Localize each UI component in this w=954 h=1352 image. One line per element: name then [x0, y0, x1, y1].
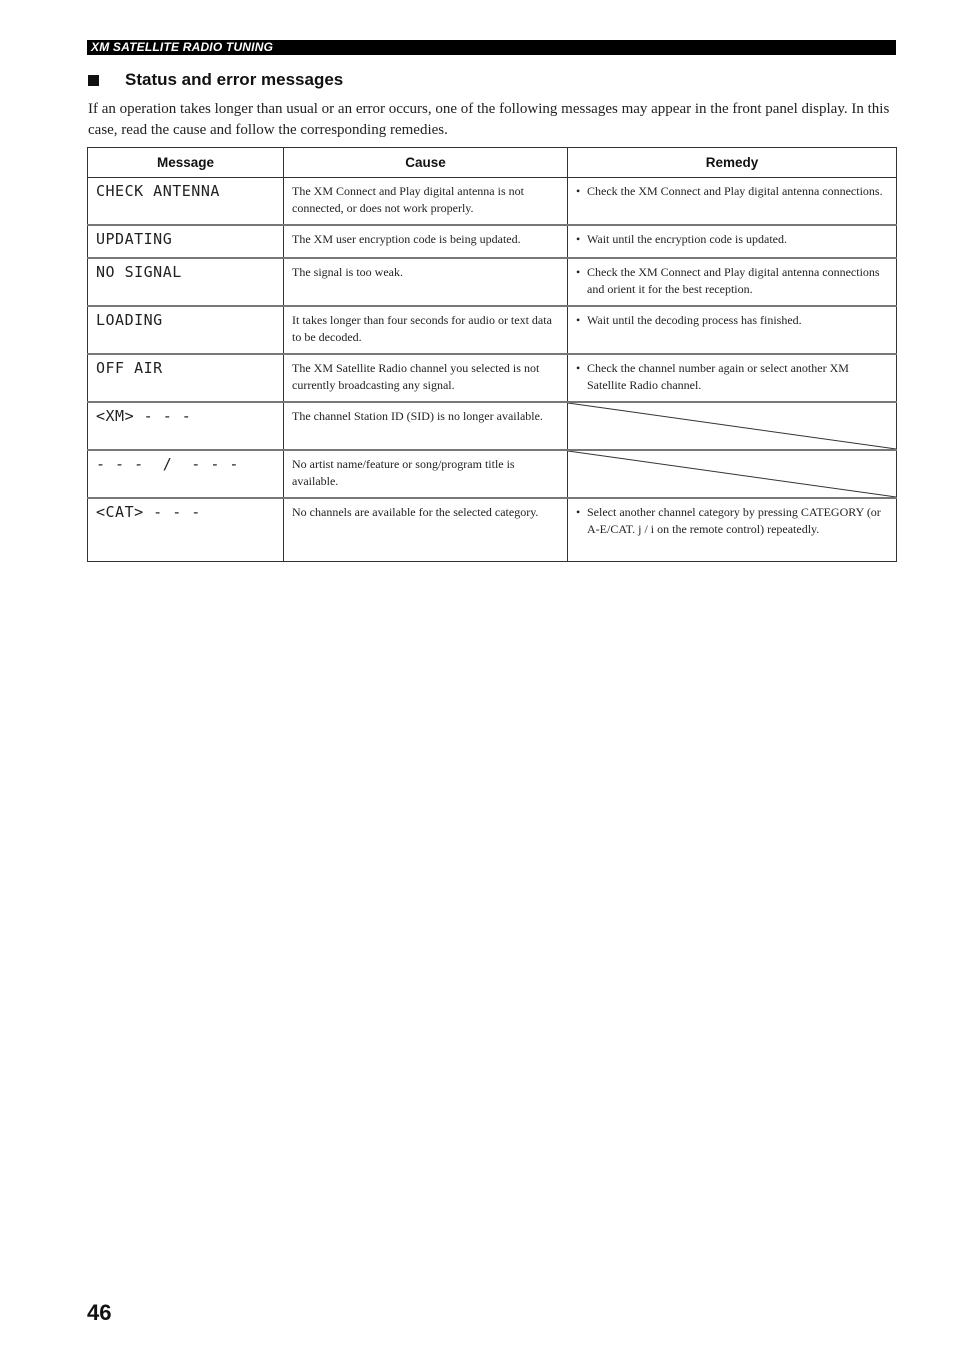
message-cell: OFF AIR: [87, 353, 284, 403]
table-row: - - - / - - - No artist name/feature or …: [87, 449, 897, 499]
remedy-text: Check the XM Connect and Play digital an…: [587, 184, 883, 198]
table-row: CHECK ANTENNA The XM Connect and Play di…: [87, 177, 897, 226]
table-row: <CAT> - - - No channels are available fo…: [87, 497, 897, 562]
message-cell: UPDATING: [87, 224, 284, 259]
square-bullet-icon: [88, 74, 99, 86]
column-header-remedy: Remedy: [567, 147, 897, 178]
cause-cell: The XM Connect and Play digital antenna …: [283, 177, 568, 226]
bullet-icon: •: [576, 265, 581, 279]
section-title-text: Status and error messages: [125, 70, 344, 89]
remedy-text: Select another channel category by press…: [587, 505, 881, 536]
message-cell: NO SIGNAL: [87, 257, 284, 307]
table-row: NO SIGNAL The signal is too weak. • Check…: [87, 257, 897, 307]
bullet-icon: •: [576, 505, 581, 519]
section-title: Status and error messages: [88, 70, 343, 90]
page-number: 46: [87, 1300, 112, 1325]
message-cell: <XM> - - -: [87, 401, 284, 451]
remedy-text: Wait until the encryption code is update…: [587, 232, 787, 246]
cause-cell: No channels are available for the select…: [283, 497, 568, 562]
remedy-cell-not-applicable: [567, 401, 897, 451]
remedy-cell: • Select another channel category by pres…: [567, 497, 897, 562]
table-row: OFF AIR The XM Satellite Radio channel y…: [87, 353, 897, 403]
diagonal-strike-icon: [568, 451, 896, 497]
remedy-cell: • Check the XM Connect and Play digital a…: [567, 177, 897, 226]
cause-cell: The channel Station ID (SID) is no longe…: [283, 401, 568, 451]
column-header-cause: Cause: [283, 147, 568, 178]
message-cell: <CAT> - - -: [87, 497, 284, 562]
cause-cell: The XM user encryption code is being upd…: [283, 224, 568, 259]
bullet-icon: •: [576, 313, 581, 327]
message-cell: LOADING: [87, 305, 284, 355]
bullet-icon: •: [576, 184, 581, 198]
message-cell: CHECK ANTENNA: [87, 177, 284, 226]
table-row: UPDATING The XM user encryption code is …: [87, 224, 897, 259]
bullet-icon: •: [576, 232, 581, 246]
status-messages-table: Message Cause Remedy CHECK ANTENNA The X…: [87, 147, 897, 562]
table-row: LOADING It takes longer than four second…: [87, 305, 897, 355]
table-row: <XM> - - - The channel Station ID (SID) …: [87, 401, 897, 451]
remedy-text: Check the channel number again or select…: [587, 361, 849, 392]
remedy-cell-not-applicable: [567, 449, 897, 499]
section-header-bar: XM SATELLITE RADIO TUNING: [87, 40, 896, 55]
remedy-cell: • Check the XM Connect and Play digital a…: [567, 257, 897, 307]
remedy-cell: • Wait until the encryption code is updat…: [567, 224, 897, 259]
remedy-text: Wait until the decoding process has fini…: [587, 313, 802, 327]
remedy-text: Check the XM Connect and Play digital an…: [587, 265, 880, 296]
cause-cell: The XM Satellite Radio channel you selec…: [283, 353, 568, 403]
cause-cell: No artist name/feature or song/program t…: [283, 449, 568, 499]
remedy-cell: • Wait until the decoding process has fin…: [567, 305, 897, 355]
message-cell: - - - / - - -: [87, 449, 284, 499]
bullet-icon: •: [576, 361, 581, 375]
cause-cell: The signal is too weak.: [283, 257, 568, 307]
diagonal-strike-icon: [568, 403, 896, 449]
table-header-row: Message Cause Remedy: [87, 147, 897, 178]
cause-cell: It takes longer than four seconds for au…: [283, 305, 568, 355]
column-header-message: Message: [87, 147, 284, 178]
remedy-cell: • Check the channel number again or selec…: [567, 353, 897, 403]
intro-paragraph: If an operation takes longer than usual …: [88, 101, 890, 138]
